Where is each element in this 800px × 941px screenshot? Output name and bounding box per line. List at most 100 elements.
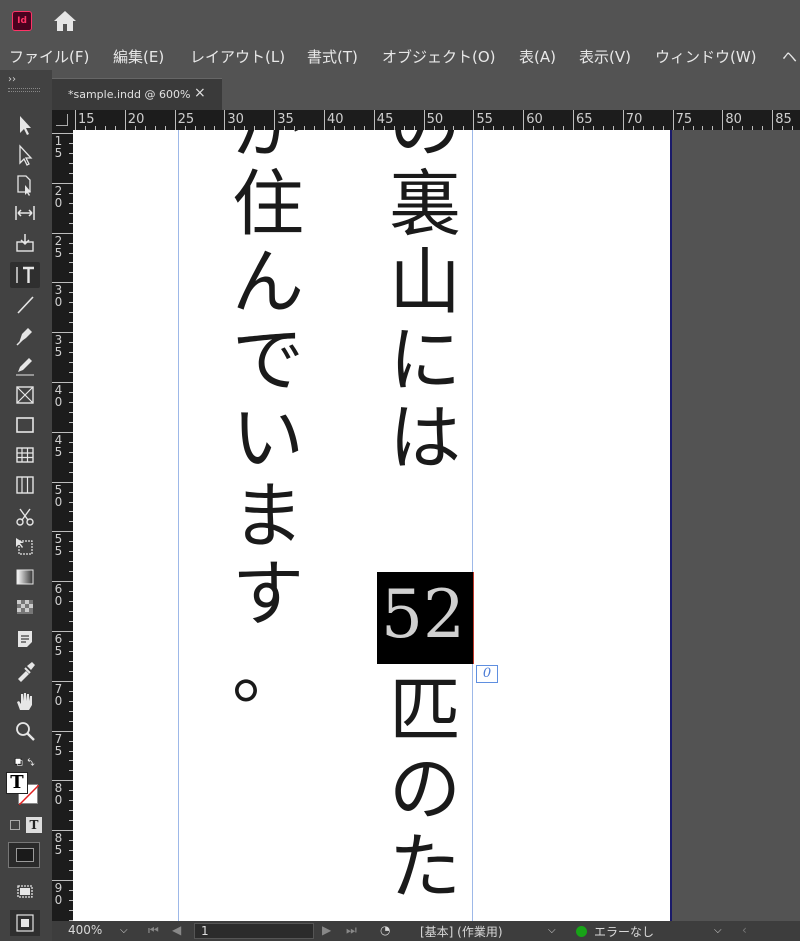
ruler-label: 5 0 (54, 482, 63, 509)
preflight-profile[interactable]: [基本] (作業用) (420, 923, 503, 940)
ruler-major-tick (573, 110, 574, 130)
ruler-label: 15 (78, 112, 95, 127)
next-page-icon[interactable]: ▶ (322, 923, 331, 937)
menu-help[interactable]: ヘ (782, 46, 797, 67)
formatting-container-icon[interactable] (10, 820, 20, 830)
gradient-feather-tool-icon[interactable] (10, 594, 40, 620)
formatting-text-icon[interactable]: T (26, 817, 42, 833)
collapse-panel-icon[interactable]: ›› (8, 74, 16, 85)
tools-panel: ›› T T (0, 70, 52, 941)
ruler-label: 4 0 (54, 383, 63, 409)
line-tool-icon[interactable] (10, 292, 40, 318)
zoom-tool-icon[interactable] (10, 718, 40, 744)
table-columns-icon[interactable] (10, 472, 40, 498)
table-icon[interactable] (10, 442, 40, 468)
presentation-mode-icon[interactable] (10, 910, 40, 936)
free-transform-tool-icon[interactable] (10, 534, 40, 560)
menu-file[interactable]: ファイル(F) (9, 46, 89, 67)
text-column-left[interactable]: が 住 ん で い ま す 。 (223, 130, 313, 714)
overset-marker[interactable]: 0 (476, 665, 498, 683)
ruler-major-tick (373, 110, 375, 130)
pasteboard[interactable]: が 住 ん で い ま す 。 の 裏 山 に は 52 匹 の た 0 (73, 130, 800, 921)
content-collector-icon[interactable] (10, 230, 40, 256)
document-page[interactable]: が 住 ん で い ま す 。 の 裏 山 に は 52 匹 の た 0 (73, 130, 670, 921)
last-page-icon[interactable]: ⏭ (346, 923, 357, 938)
ruler-major-tick (124, 110, 126, 130)
selected-text[interactable]: 52 (381, 582, 465, 648)
column-guide-left (178, 130, 179, 921)
menu-window[interactable]: ウィンドウ(W) (655, 46, 757, 67)
profile-dropdown-icon[interactable]: ⌵ (548, 925, 556, 936)
home-icon[interactable] (52, 9, 78, 33)
ruler-label: 40 (327, 112, 344, 127)
ruler-major-tick (622, 110, 624, 130)
vertical-ruler[interactable]: 1 5 2 0 2 5 3 0 3 5 4 0 4 5 5 0 5 5 6 0 6 5 7 0 7 5 8… (52, 130, 73, 921)
pen-tool-icon[interactable] (10, 322, 40, 348)
view-mode-button[interactable] (8, 842, 40, 868)
text-char: は (388, 396, 461, 480)
ruler-label: 65 (576, 112, 593, 127)
ruler-label: 2 5 (54, 233, 63, 260)
eyedropper-tool-icon[interactable] (10, 658, 40, 684)
page-tool-icon[interactable] (10, 172, 40, 198)
menu-object[interactable]: オブジェクト(O) (382, 46, 496, 67)
zoom-level[interactable]: 400% (68, 923, 102, 937)
preflight-status-icon (576, 926, 587, 937)
status-dropdown-icon[interactable]: ⌵ (714, 925, 722, 936)
text-column-right[interactable]: の 裏 山 に は (380, 130, 470, 480)
ruler-major-tick (224, 110, 226, 130)
vertical-type-tool-icon[interactable] (10, 262, 40, 288)
direct-selection-tool-icon[interactable] (10, 142, 40, 168)
ruler-label: 20 (127, 112, 145, 127)
ruler-label: 3 0 (54, 283, 63, 310)
pencil-tool-icon[interactable] (10, 352, 40, 378)
document-tab[interactable]: *sample.indd @ 600% × (52, 78, 222, 110)
normal-view-icon (16, 848, 34, 862)
rectangle-frame-tool-icon[interactable] (10, 382, 40, 408)
ruler-label: 75 (675, 112, 693, 127)
preflight-icon[interactable]: ◔ (380, 923, 390, 937)
scissors-tool-icon[interactable] (10, 504, 40, 530)
ruler-label: 4 5 (54, 432, 63, 459)
hand-tool-icon[interactable] (10, 688, 40, 714)
page-number-field[interactable]: 1 (194, 923, 314, 939)
text-char: ま (231, 474, 304, 558)
gradient-swatch-tool-icon[interactable] (10, 564, 40, 590)
ruler-label: 60 (526, 112, 543, 127)
gap-tool-icon[interactable] (10, 200, 40, 226)
selection-tool-icon[interactable] (10, 112, 40, 138)
error-status[interactable]: エラーなし (594, 923, 654, 940)
menu-table[interactable]: 表(A) (519, 46, 556, 67)
fill-stroke-swatch[interactable]: T (6, 772, 42, 806)
menu-type[interactable]: 書式(T) (307, 46, 358, 67)
ruler-major-tick (523, 110, 525, 130)
ruler-label: 3 5 (54, 333, 63, 360)
rectangle-tool-icon[interactable] (10, 412, 40, 438)
page-edge (670, 130, 672, 921)
document-tab-title: *sample.indd @ 600% (68, 88, 191, 101)
ruler-major-tick (722, 110, 724, 130)
text-fill-icon[interactable]: T (6, 772, 28, 794)
text-char: 山 (388, 240, 461, 324)
document-tab-bar: *sample.indd @ 600% × (52, 70, 800, 110)
panel-grip[interactable] (8, 88, 40, 92)
menu-edit[interactable]: 編集(E) (113, 46, 164, 67)
ruler-origin[interactable] (52, 110, 73, 130)
horizontal-ruler[interactable]: 15 20 25 30 35 40 45 50 55 60 65 70 75 80 85 (73, 110, 800, 130)
close-tab-icon[interactable]: × (194, 85, 206, 101)
note-tool-icon[interactable] (10, 626, 40, 652)
text-char: に (388, 318, 461, 402)
ruler-major-tick (174, 110, 176, 130)
ruler-label: 6 5 (54, 632, 63, 658)
screen-mode-icon[interactable] (10, 878, 40, 904)
menu-view[interactable]: 表示(V) (579, 46, 631, 67)
ruler-major-tick (274, 110, 276, 130)
previous-page-icon[interactable]: ◀ (172, 923, 181, 937)
first-page-icon[interactable]: ⏮ (148, 923, 159, 938)
text-column-right-continued[interactable]: 匹 の た (380, 675, 470, 909)
menu-layout[interactable]: レイアウト(L) (190, 46, 285, 67)
text-char: 匹 (388, 669, 461, 753)
indesign-app-icon: Id (12, 11, 32, 31)
scroll-left-icon[interactable]: ‹ (742, 923, 747, 937)
zoom-dropdown-icon[interactable]: ⌵ (120, 925, 128, 936)
